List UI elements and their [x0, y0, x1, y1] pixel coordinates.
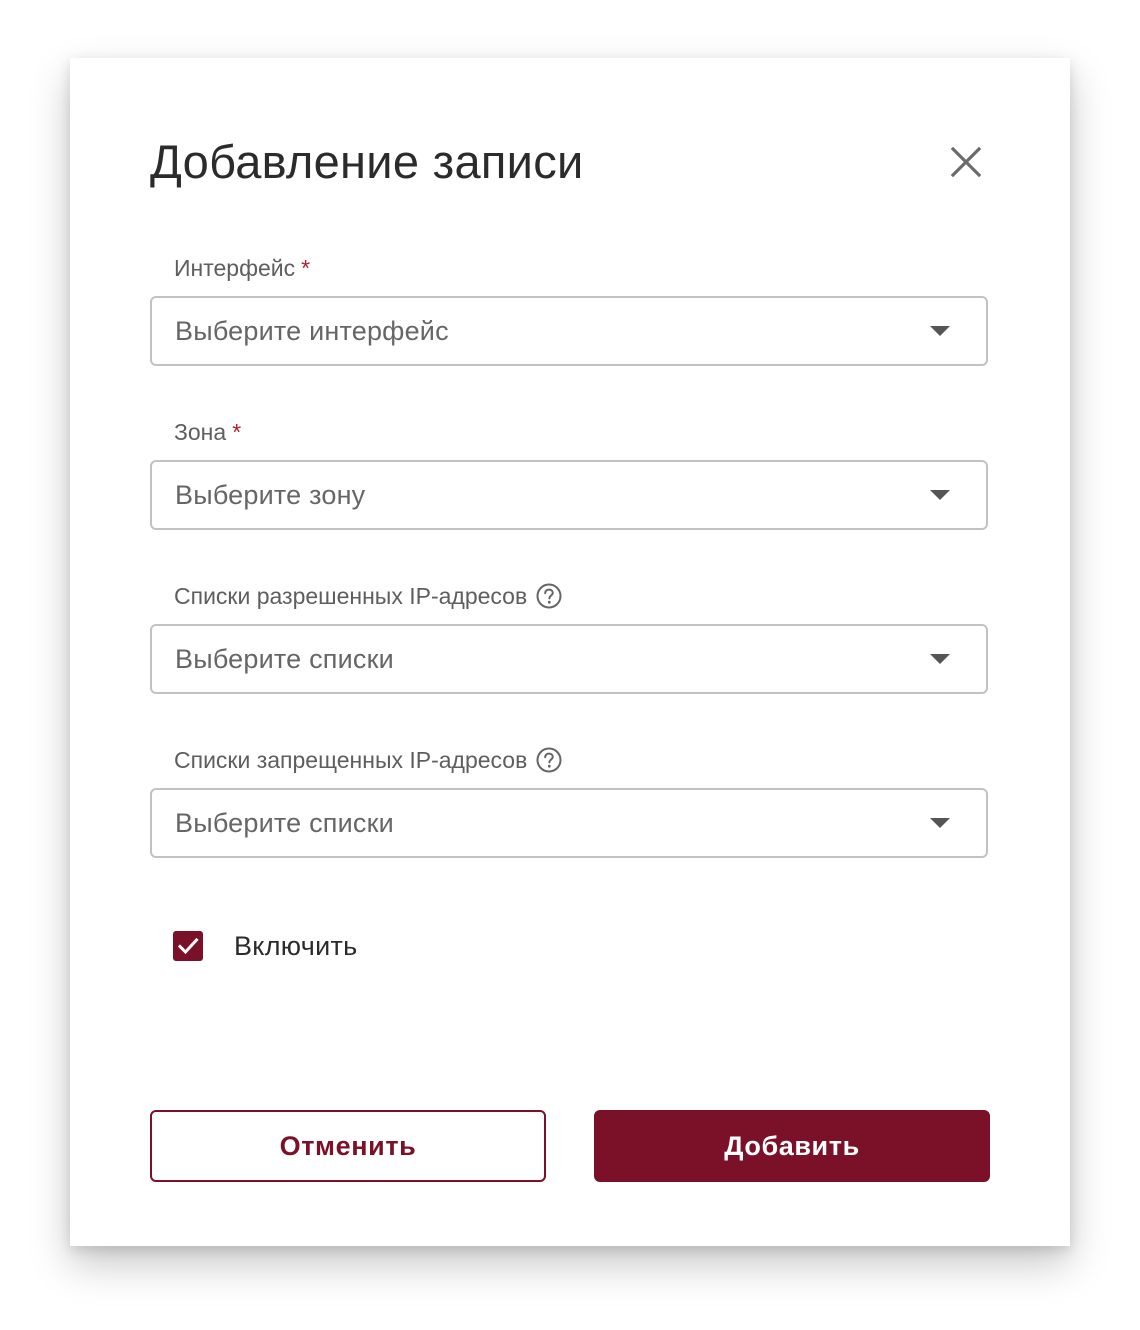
cancel-button[interactable]: Отменить: [150, 1110, 546, 1182]
enable-checkbox[interactable]: [173, 931, 203, 961]
help-circle-icon[interactable]: [535, 746, 563, 774]
zone-select[interactable]: Выберите зону: [150, 460, 988, 530]
allowed-ip-lists-label: Списки разрешенных IP-адресов: [174, 581, 563, 611]
interface-label: Интерфейс *: [174, 253, 310, 283]
denied-ip-lists-label-text: Списки запрещенных IP-адресов: [174, 747, 528, 773]
dialog-title: Добавление записи: [150, 135, 584, 188]
chevron-down-icon: [930, 326, 950, 336]
zone-label: Зона *: [174, 417, 241, 447]
add-record-dialog: Добавление записи Интерфейс * Выберите и…: [70, 58, 1070, 1246]
required-mark: *: [232, 419, 242, 445]
chevron-down-icon: [930, 818, 950, 828]
checkmark-icon: [177, 937, 199, 955]
denied-ip-lists-placeholder: Выберите списки: [175, 808, 394, 838]
add-button[interactable]: Добавить: [594, 1110, 990, 1182]
enable-checkbox-row[interactable]: Включить: [173, 928, 358, 964]
denied-ip-lists-select[interactable]: Выберите списки: [150, 788, 988, 858]
interface-select[interactable]: Выберите интерфейс: [150, 296, 988, 366]
interface-select-placeholder: Выберите интерфейс: [175, 316, 449, 346]
allowed-ip-lists-select[interactable]: Выберите списки: [150, 624, 988, 694]
enable-checkbox-label: Включить: [234, 930, 358, 961]
zone-label-text: Зона: [174, 419, 227, 445]
help-circle-icon[interactable]: [535, 582, 563, 610]
interface-label-text: Интерфейс: [174, 255, 296, 281]
required-mark: *: [301, 255, 311, 281]
allowed-ip-lists-placeholder: Выберите списки: [175, 644, 394, 674]
chevron-down-icon: [930, 654, 950, 664]
zone-select-placeholder: Выберите зону: [175, 480, 366, 510]
chevron-down-icon: [930, 490, 950, 500]
denied-ip-lists-label: Списки запрещенных IP-адресов: [174, 745, 563, 775]
allowed-ip-lists-label-text: Списки разрешенных IP-адресов: [174, 583, 528, 609]
close-icon: [950, 146, 982, 178]
close-button[interactable]: [940, 136, 992, 188]
